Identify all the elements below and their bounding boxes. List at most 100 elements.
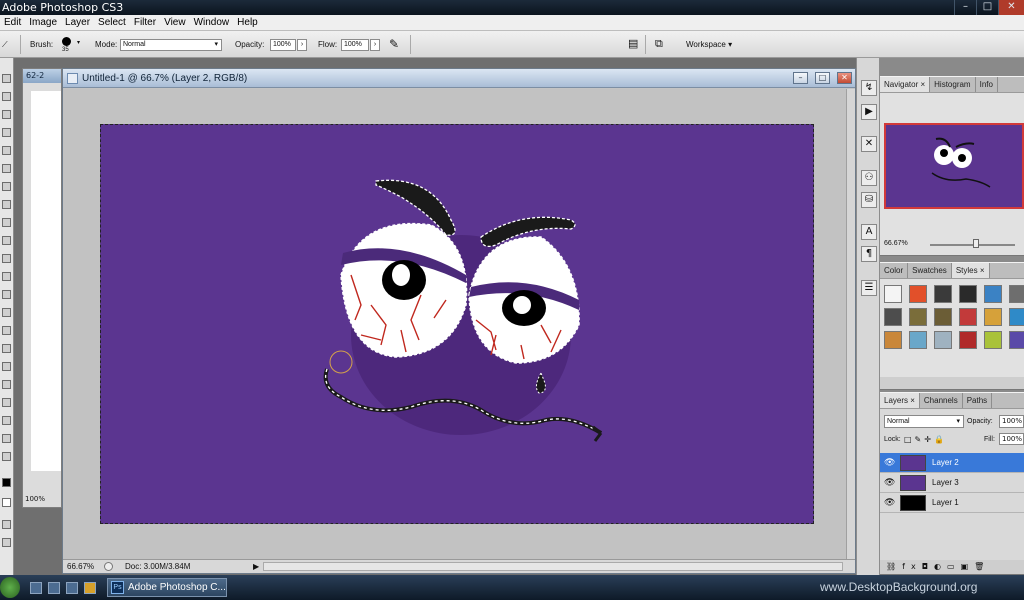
folder-icon[interactable]	[84, 582, 96, 594]
start-button[interactable]	[0, 577, 20, 598]
lock-icons[interactable]: □✎✛🔒	[904, 434, 947, 445]
menu-filter[interactable]: Filter	[130, 15, 160, 30]
doc-close-button[interactable]: ✕	[837, 72, 852, 84]
maximize-button[interactable]: □	[976, 0, 998, 15]
dodge-tool-icon[interactable]	[2, 308, 11, 317]
status-menu-arrow-icon[interactable]: ▶	[253, 560, 259, 573]
switch-windows-icon[interactable]	[48, 582, 60, 594]
slice-tool-icon[interactable]	[2, 164, 11, 173]
eraser-tool-icon[interactable]	[2, 254, 11, 263]
quick-mask-icon[interactable]	[2, 520, 11, 529]
blur-tool-icon[interactable]	[2, 290, 11, 299]
actions-panel-icon[interactable]: ▶	[861, 104, 877, 120]
eye-icon[interactable]: 👁	[884, 458, 895, 468]
blend-mode-select[interactable]: Normal ▾	[884, 415, 964, 428]
background-color-swatch[interactable]	[2, 498, 11, 507]
menu-window[interactable]: Window	[190, 15, 234, 30]
style-swatch[interactable]	[909, 331, 927, 349]
zoom-level[interactable]: 66.67%	[67, 560, 94, 573]
layer-row[interactable]: 👁 Layer 3	[880, 473, 1024, 493]
brush-panel-icon[interactable]: ↯	[861, 80, 877, 96]
layer-row[interactable]: 👁 Layer 1	[880, 493, 1024, 513]
eyedropper-tool-icon[interactable]	[2, 416, 11, 425]
style-swatch[interactable]	[1009, 308, 1024, 326]
background-document-window[interactable]: 62-2 100%	[22, 68, 62, 508]
style-swatch[interactable]	[934, 308, 952, 326]
tab-styles[interactable]: Styles ×	[951, 263, 990, 278]
show-desktop-icon[interactable]	[30, 582, 42, 594]
flow-arrow-icon[interactable]: ›	[370, 39, 380, 51]
style-swatch[interactable]	[909, 308, 927, 326]
gradient-tool-icon[interactable]	[2, 272, 11, 281]
mode-select[interactable]: Normal ▾	[120, 39, 222, 51]
style-swatch[interactable]	[884, 285, 902, 303]
style-swatch[interactable]	[909, 285, 927, 303]
style-swatch[interactable]	[934, 331, 952, 349]
camera-icon[interactable]: ⧉	[655, 31, 663, 58]
shape-tool-icon[interactable]	[2, 380, 11, 389]
healing-tool-icon[interactable]	[2, 182, 11, 191]
tool-presets-icon[interactable]: ✕	[861, 136, 877, 152]
tool-preset-icon[interactable]: ⟋	[2, 31, 8, 58]
clone-source-icon[interactable]: ⚇	[861, 170, 877, 186]
navigator-preview[interactable]	[884, 123, 1024, 209]
doc-maximize-button[interactable]: □	[815, 72, 830, 84]
opacity-arrow-icon[interactable]: ›	[297, 39, 307, 51]
stamp-tool-icon[interactable]	[2, 218, 11, 227]
screen-mode-icon[interactable]	[2, 538, 11, 547]
layer-row[interactable]: 👁 Layer 2	[880, 453, 1024, 473]
eye-icon[interactable]: 👁	[884, 498, 895, 508]
marquee-tool-icon[interactable]	[2, 92, 11, 101]
history-brush-tool-icon[interactable]	[2, 236, 11, 245]
tab-swatches[interactable]: Swatches	[908, 263, 952, 278]
style-swatch[interactable]	[884, 308, 902, 326]
taskbar-photoshop-button[interactable]: Ps Adobe Photoshop C...	[107, 578, 227, 597]
pen-tool-icon[interactable]	[2, 326, 11, 335]
style-swatch[interactable]	[984, 285, 1002, 303]
style-swatch[interactable]	[959, 331, 977, 349]
eye-icon[interactable]: 👁	[884, 478, 895, 488]
style-swatch[interactable]	[959, 285, 977, 303]
magic-wand-tool-icon[interactable]	[2, 128, 11, 137]
navigator-slider-knob[interactable]	[973, 239, 979, 248]
brush-tool-icon[interactable]	[2, 200, 11, 209]
menu-layer[interactable]: Layer	[61, 15, 94, 30]
opacity-field[interactable]: 100%	[270, 39, 296, 51]
layer-comps-icon[interactable]: ⛁	[861, 192, 877, 208]
palette-well-icon[interactable]: ▤	[628, 31, 638, 58]
hand-tool-icon[interactable]	[2, 434, 11, 443]
style-swatch[interactable]	[934, 285, 952, 303]
workspace-button[interactable]: Workspace ▾	[686, 31, 732, 58]
tab-histogram[interactable]: Histogram	[930, 77, 976, 92]
flow-field[interactable]: 100%	[341, 39, 369, 51]
tab-channels[interactable]: Channels	[920, 393, 963, 408]
airbrush-icon[interactable]: ✎	[389, 31, 399, 58]
layer-opacity-field[interactable]: 100%	[999, 415, 1024, 428]
history-panel-icon[interactable]: ☰	[861, 280, 877, 296]
style-swatch[interactable]	[984, 308, 1002, 326]
style-swatch[interactable]	[984, 331, 1002, 349]
brush-preset-picker[interactable]: 35 ▾	[60, 35, 88, 55]
character-panel-icon[interactable]: A	[861, 224, 877, 240]
navigator-zoom[interactable]: 66.67%	[884, 240, 908, 247]
fill-field[interactable]: 100%	[999, 433, 1024, 445]
menu-select[interactable]: Select	[94, 15, 130, 30]
tab-layers[interactable]: Layers ×	[880, 393, 920, 408]
tab-navigator[interactable]: Navigator ×	[880, 77, 931, 92]
tab-paths[interactable]: Paths	[963, 393, 993, 408]
foreground-color-swatch[interactable]	[2, 478, 11, 487]
layers-footer-icons[interactable]: ⛓fx◘◐▭▣🗑	[880, 560, 1024, 574]
vertical-scrollbar[interactable]	[846, 89, 855, 561]
menu-help[interactable]: Help	[233, 15, 262, 30]
style-swatch[interactable]	[1009, 331, 1024, 349]
paragraph-panel-icon[interactable]: ¶	[861, 246, 877, 262]
style-swatch[interactable]	[1009, 285, 1024, 303]
zoom-tool-icon[interactable]	[2, 452, 11, 461]
crop-tool-icon[interactable]	[2, 146, 11, 155]
path-select-tool-icon[interactable]	[2, 362, 11, 371]
move-tool-icon[interactable]	[2, 74, 11, 83]
menu-image[interactable]: Image	[25, 15, 61, 30]
canvas-area[interactable]	[63, 89, 847, 561]
menu-view[interactable]: View	[160, 15, 190, 30]
tab-color[interactable]: Color	[880, 263, 909, 278]
